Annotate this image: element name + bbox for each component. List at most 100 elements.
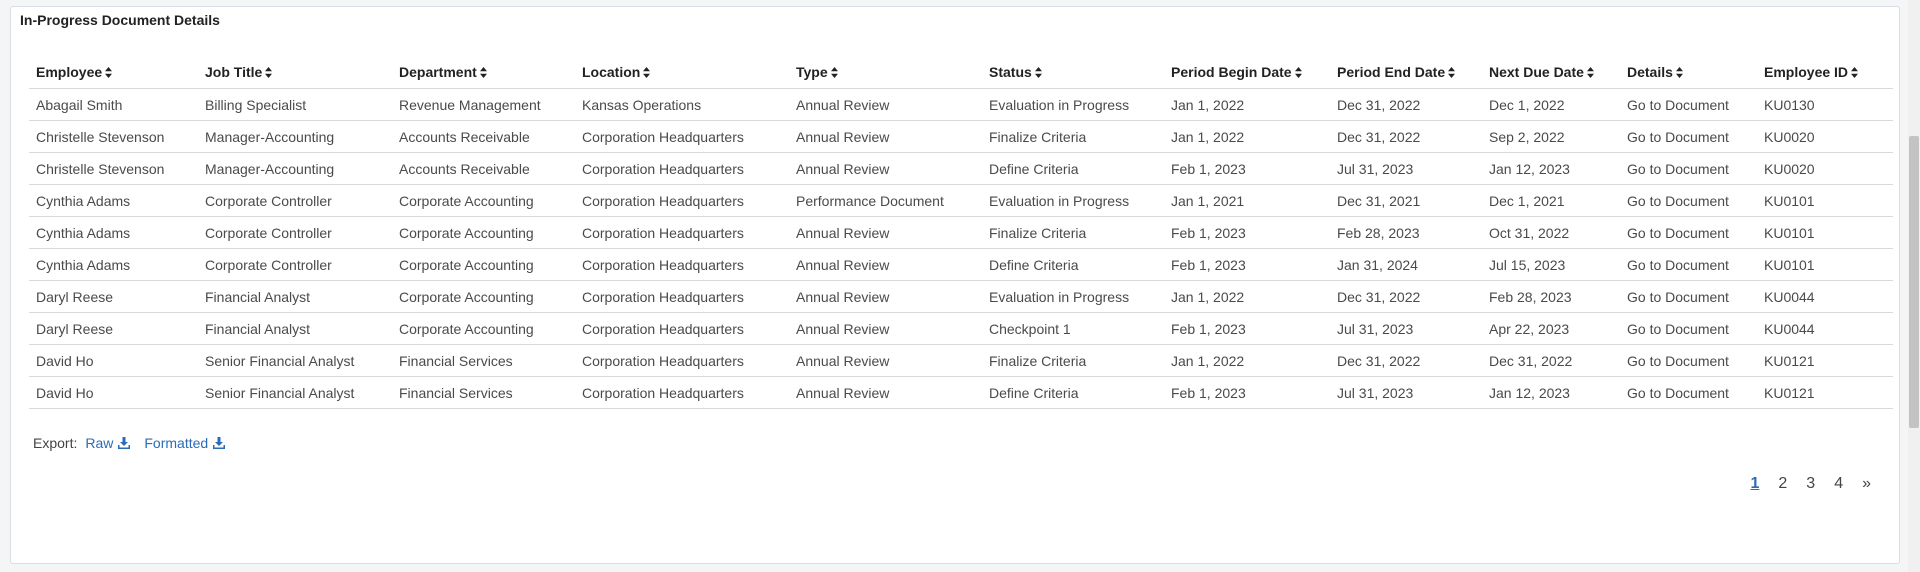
export-formatted-button[interactable]: Formatted: [144, 435, 226, 451]
go-to-document-link[interactable]: Go to Document: [1620, 248, 1757, 281]
cell-period-end: Dec 31, 2021: [1330, 184, 1482, 217]
go-to-document-link[interactable]: Go to Document: [1620, 216, 1757, 249]
go-to-document-link[interactable]: Go to Document: [1620, 184, 1757, 217]
cell-period-begin: Jan 1, 2022: [1164, 344, 1330, 377]
table-row: Christelle Stevenson Manager-Accounting Ac…: [29, 120, 1893, 153]
sort-icon[interactable]: [1675, 67, 1683, 79]
cell-employee: Christelle Stevenson: [29, 120, 198, 153]
column-header-period-begin[interactable]: Period Begin Date: [1164, 55, 1330, 89]
go-to-document-link[interactable]: Go to Document: [1620, 280, 1757, 313]
cell-location: Corporation Headquarters: [575, 344, 789, 377]
cell-employee: Daryl Reese: [29, 312, 198, 345]
cell-period-end: Feb 28, 2023: [1330, 216, 1482, 249]
cell-status: Checkpoint 1: [982, 312, 1164, 345]
column-header-label: Employee ID: [1764, 63, 1849, 80]
column-header-employee[interactable]: Employee: [29, 55, 198, 89]
cell-type: Annual Review: [789, 152, 982, 185]
sort-icon[interactable]: [479, 67, 487, 79]
table-body: Abagail Smith Billing Specialist Revenue M…: [29, 88, 1893, 409]
column-header-employee-id[interactable]: Employee ID: [1757, 55, 1893, 89]
cell-job-title: Corporate Controller: [198, 216, 392, 249]
cell-department: Accounts Receivable: [392, 120, 575, 153]
sort-icon[interactable]: [265, 67, 273, 79]
cell-period-begin: Feb 1, 2023: [1164, 312, 1330, 345]
cell-employee-id: KU0121: [1757, 376, 1893, 409]
cell-next-due: Dec 1, 2021: [1482, 184, 1620, 217]
sort-icon[interactable]: [1294, 67, 1302, 79]
sort-icon[interactable]: [643, 67, 651, 79]
go-to-document-link[interactable]: Go to Document: [1620, 344, 1757, 377]
column-header-job-title[interactable]: Job Title: [198, 55, 392, 89]
cell-period-begin: Feb 1, 2023: [1164, 152, 1330, 185]
table-header-row: Employee Job Title Department Location Type S…: [29, 55, 1893, 89]
cell-next-due: Apr 22, 2023: [1482, 312, 1620, 345]
page-link-1[interactable]: 1: [1750, 475, 1759, 493]
cell-next-due: Sep 2, 2022: [1482, 120, 1620, 153]
cell-employee: David Ho: [29, 344, 198, 377]
column-header-location[interactable]: Location: [575, 55, 789, 89]
cell-period-begin: Feb 1, 2023: [1164, 216, 1330, 249]
scrollbar-thumb[interactable]: [1909, 136, 1919, 428]
cell-period-end: Dec 31, 2022: [1330, 88, 1482, 121]
cell-type: Annual Review: [789, 248, 982, 281]
cell-period-end: Jul 31, 2023: [1330, 152, 1482, 185]
vertical-scrollbar[interactable]: [1908, 0, 1920, 572]
page-link-2[interactable]: 2: [1778, 475, 1787, 493]
cell-period-begin: Jan 1, 2022: [1164, 88, 1330, 121]
go-to-document-link[interactable]: Go to Document: [1620, 312, 1757, 345]
go-to-document-link[interactable]: Go to Document: [1620, 376, 1757, 409]
column-header-department[interactable]: Department: [392, 55, 575, 89]
column-header-status[interactable]: Status: [982, 55, 1164, 89]
cell-type: Annual Review: [789, 344, 982, 377]
cell-period-begin: Feb 1, 2023: [1164, 376, 1330, 409]
sort-icon[interactable]: [1851, 67, 1859, 79]
download-icon: [213, 437, 226, 449]
table-row: Cynthia Adams Corporate Controller Corpora…: [29, 216, 1893, 249]
table-row: David Ho Senior Financial Analyst Financia…: [29, 376, 1893, 409]
sort-icon[interactable]: [1034, 67, 1042, 79]
next-page-button[interactable]: »: [1862, 475, 1871, 493]
cell-department: Corporate Accounting: [392, 312, 575, 345]
page-link-3[interactable]: 3: [1806, 475, 1815, 493]
cell-department: Financial Services: [392, 376, 575, 409]
table-row: Cynthia Adams Corporate Controller Corpora…: [29, 248, 1893, 281]
column-header-period-end[interactable]: Period End Date: [1330, 55, 1482, 89]
go-to-document-link[interactable]: Go to Document: [1620, 88, 1757, 121]
cell-status: Finalize Criteria: [982, 120, 1164, 153]
column-header-label: Employee: [36, 63, 103, 80]
table-row: Abagail Smith Billing Specialist Revenue M…: [29, 88, 1893, 121]
cell-status: Define Criteria: [982, 152, 1164, 185]
sort-icon[interactable]: [1586, 67, 1594, 79]
cell-job-title: Billing Specialist: [198, 88, 392, 121]
export-raw-button[interactable]: Raw: [85, 435, 131, 451]
table-row: Cynthia Adams Corporate Controller Corpora…: [29, 184, 1893, 217]
column-header-next-due[interactable]: Next Due Date: [1482, 55, 1620, 89]
cell-next-due: Dec 31, 2022: [1482, 344, 1620, 377]
go-to-document-link[interactable]: Go to Document: [1620, 152, 1757, 185]
sort-icon[interactable]: [830, 67, 838, 79]
cell-employee-id: KU0020: [1757, 152, 1893, 185]
cell-employee: Cynthia Adams: [29, 248, 198, 281]
column-header-label: Period End Date: [1337, 63, 1446, 80]
sort-icon[interactable]: [1448, 67, 1456, 79]
go-to-document-link[interactable]: Go to Document: [1620, 120, 1757, 153]
cell-location: Corporation Headquarters: [575, 248, 789, 281]
cell-status: Define Criteria: [982, 248, 1164, 281]
cell-department: Accounts Receivable: [392, 152, 575, 185]
cell-employee-id: KU0130: [1757, 88, 1893, 121]
cell-status: Evaluation in Progress: [982, 184, 1164, 217]
column-header-details[interactable]: Details: [1620, 55, 1757, 89]
cell-employee: Daryl Reese: [29, 280, 198, 313]
cell-type: Annual Review: [789, 376, 982, 409]
cell-type: Performance Document: [789, 184, 982, 217]
column-header-type[interactable]: Type: [789, 55, 982, 89]
page-link-4[interactable]: 4: [1834, 475, 1843, 493]
cell-job-title: Senior Financial Analyst: [198, 344, 392, 377]
sort-icon[interactable]: [105, 67, 113, 79]
cell-department: Financial Services: [392, 344, 575, 377]
export-raw-label: Raw: [85, 435, 114, 451]
column-header-label: Location: [582, 63, 641, 80]
cell-next-due: Dec 1, 2022: [1482, 88, 1620, 121]
cell-type: Annual Review: [789, 312, 982, 345]
cell-location: Corporation Headquarters: [575, 312, 789, 345]
